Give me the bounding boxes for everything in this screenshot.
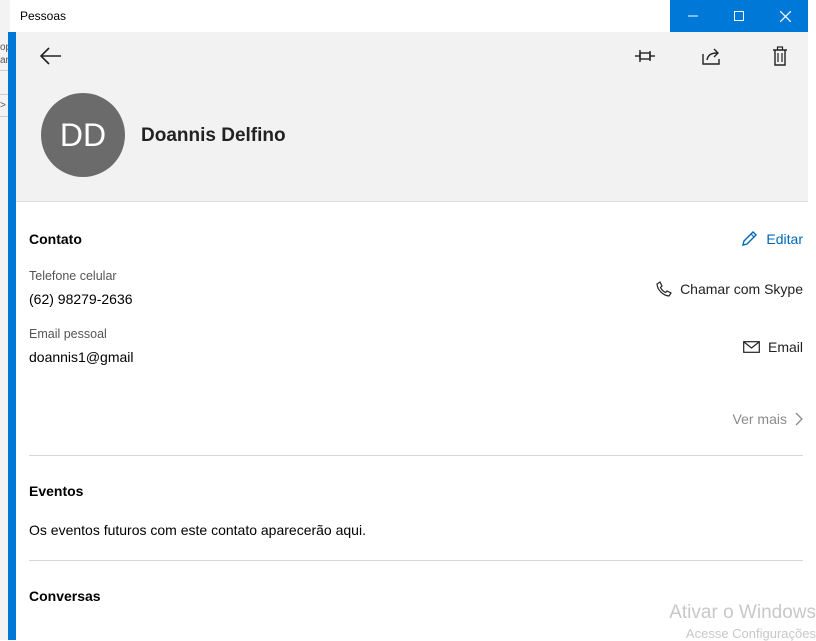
- avatar: DD: [41, 93, 125, 177]
- section-title-eventos: Eventos: [29, 483, 84, 499]
- back-button[interactable]: [35, 40, 67, 72]
- see-more-button[interactable]: Ver mais: [733, 411, 803, 427]
- skype-call-label: Chamar com Skype: [680, 281, 803, 297]
- events-placeholder-text: Os eventos futuros com este contato apar…: [29, 522, 366, 538]
- close-button[interactable]: [762, 0, 808, 32]
- mail-icon: [743, 341, 760, 353]
- see-more-label: Ver mais: [732, 411, 787, 427]
- edit-label: Editar: [766, 230, 803, 247]
- chevron-right-icon: [795, 412, 803, 426]
- edit-button[interactable]: Editar: [741, 230, 803, 247]
- phone-label: Telefone celular: [29, 269, 117, 283]
- minimize-button[interactable]: [670, 0, 716, 32]
- window-title: Pessoas: [20, 9, 67, 23]
- trash-icon: [773, 46, 787, 66]
- window-accent-border: [8, 32, 16, 640]
- share-button[interactable]: [696, 40, 728, 72]
- email-action-label: Email: [767, 339, 803, 355]
- phone-icon: [656, 281, 672, 297]
- pin-icon: [635, 50, 655, 62]
- skype-call-button[interactable]: Chamar com Skype: [656, 281, 803, 297]
- contact-header: DD Doannis Delfino: [16, 32, 808, 202]
- minimize-icon: [688, 15, 698, 17]
- section-divider: [29, 560, 803, 561]
- pencil-icon: [742, 231, 758, 246]
- email-button[interactable]: Email: [743, 339, 803, 355]
- section-divider: [29, 455, 803, 456]
- caption-buttons: [670, 0, 808, 32]
- contact-name: Doannis Delfino: [141, 125, 286, 146]
- phone-value[interactable]: (62) 98279-2636: [29, 291, 133, 307]
- activation-watermark-subtitle: Acesse Configurações: [685, 626, 816, 641]
- maximize-button[interactable]: [716, 0, 762, 32]
- maximize-icon: [734, 11, 744, 21]
- delete-button[interactable]: [764, 40, 796, 72]
- activation-watermark-title: Ativar o Windows: [669, 602, 816, 623]
- back-arrow-icon: [40, 47, 61, 65]
- section-title-contato: Contato: [29, 231, 82, 247]
- share-icon: [702, 48, 720, 65]
- pin-button[interactable]: [629, 40, 661, 72]
- close-icon: [779, 10, 791, 22]
- email-label: Email pessoal: [29, 327, 107, 341]
- email-value[interactable]: doannis1@gmail: [29, 349, 134, 365]
- section-title-conversas: Conversas: [29, 588, 101, 604]
